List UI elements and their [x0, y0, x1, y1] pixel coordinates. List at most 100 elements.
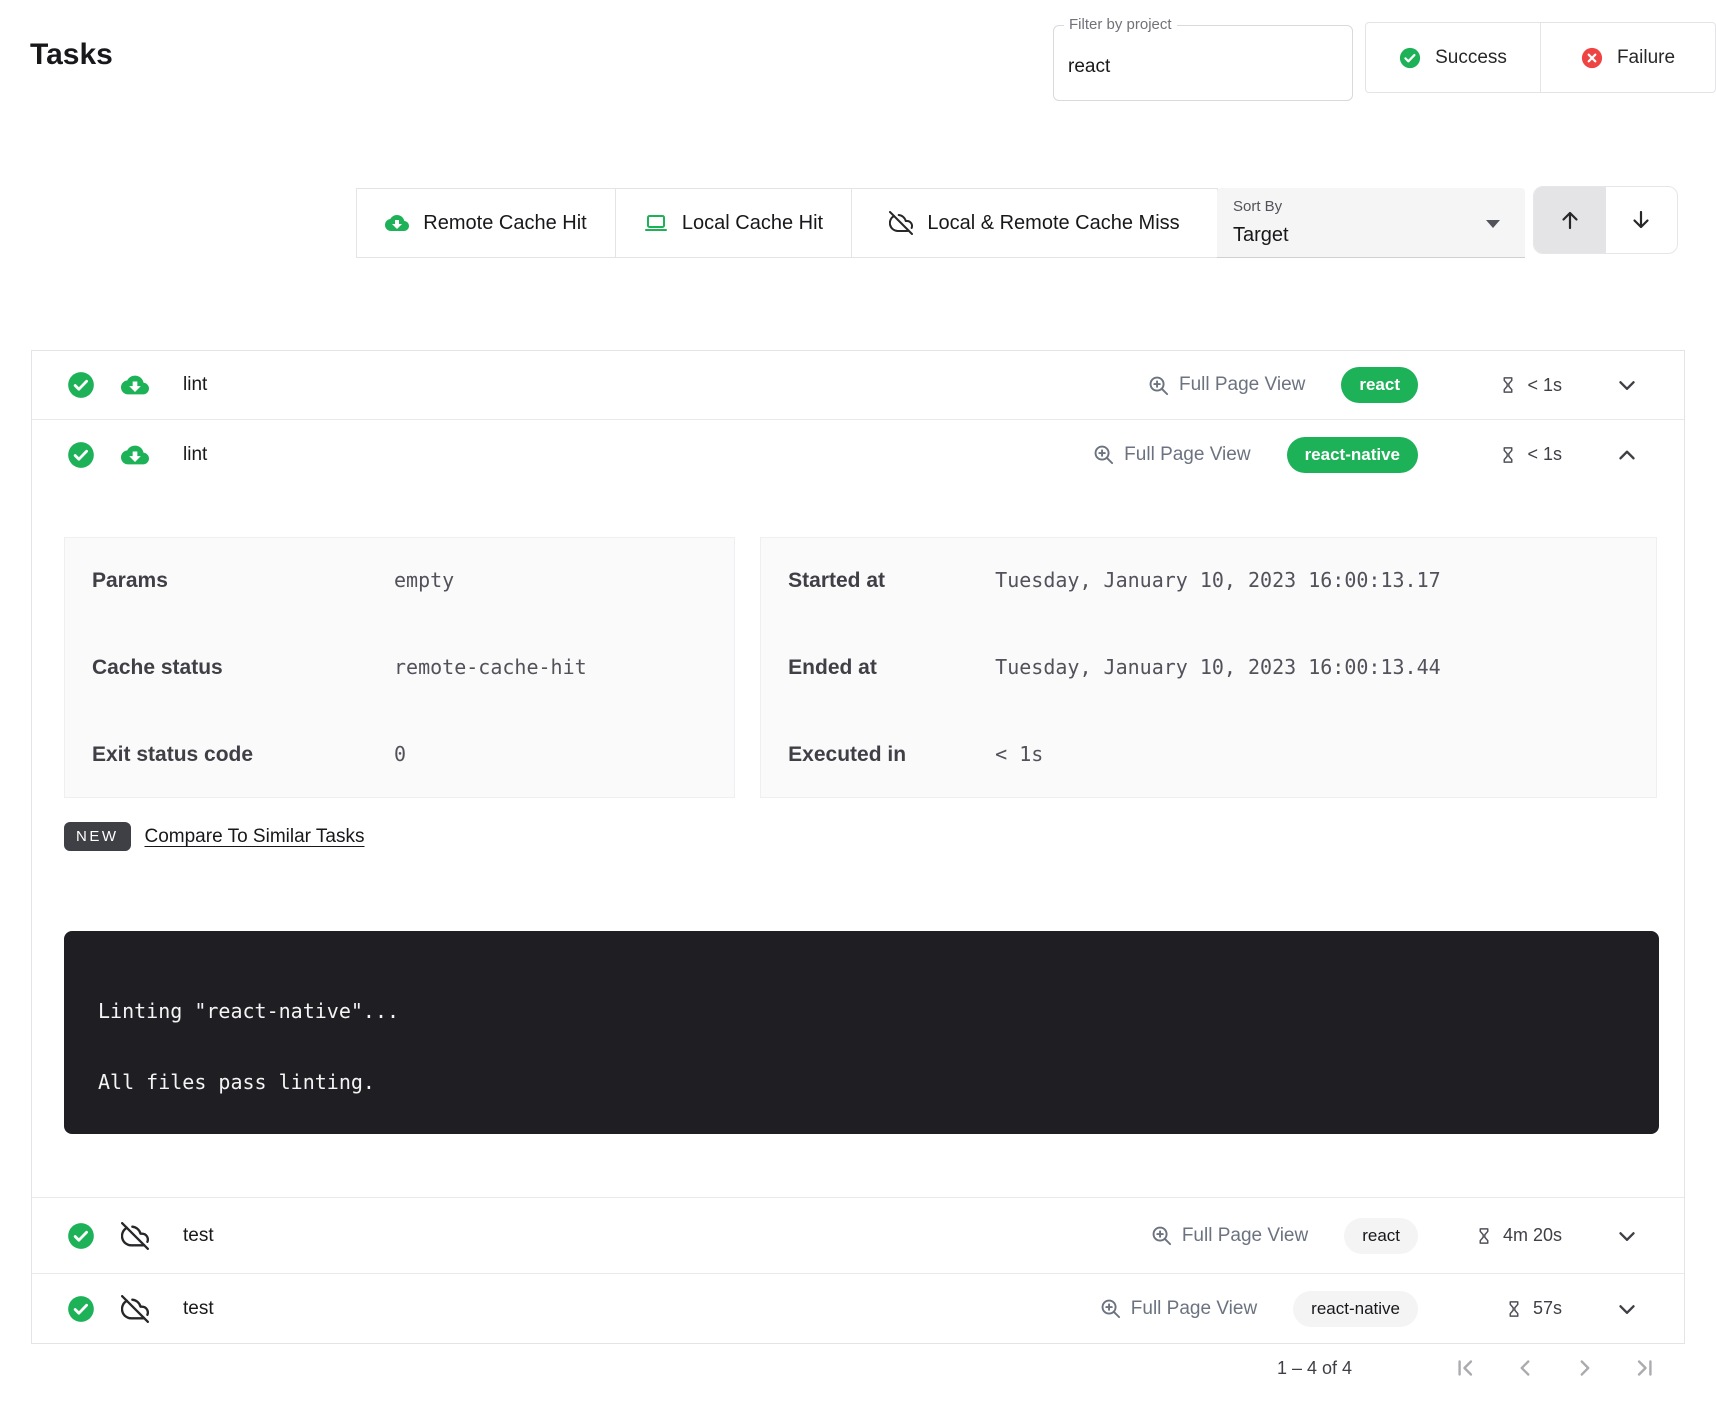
- executed-in-value: < 1s: [995, 742, 1629, 766]
- sort-by-value: Target: [1233, 224, 1289, 247]
- cloud-off-icon: [121, 1295, 149, 1323]
- arrow-down-icon: [1629, 208, 1653, 232]
- zoom-in-icon: [1099, 1297, 1122, 1320]
- previous-page-icon[interactable]: [1512, 1355, 1538, 1381]
- full-page-view-link[interactable]: Full Page View: [1099, 1297, 1257, 1320]
- arrow-up-icon: [1558, 208, 1582, 232]
- failure-x-icon: [1581, 47, 1603, 69]
- hourglass-icon: [1498, 445, 1518, 465]
- full-page-view-label: Full Page View: [1179, 374, 1305, 396]
- project-badge: react-native: [1287, 437, 1418, 473]
- task-target-label: test: [183, 1298, 214, 1320]
- success-check-icon: [67, 441, 95, 469]
- duration-label: < 1s: [1527, 375, 1562, 396]
- remote-cache-hit-filter[interactable]: Remote Cache Hit: [357, 189, 615, 257]
- remote-cache-hit-label: Remote Cache Hit: [423, 212, 586, 235]
- task-row-test-react-native[interactable]: test Full Page View react-native 57s: [32, 1274, 1684, 1343]
- laptop-icon: [644, 211, 668, 235]
- zoom-in-icon: [1147, 374, 1170, 397]
- task-duration: < 1s: [1454, 375, 1562, 396]
- first-page-icon[interactable]: [1452, 1355, 1478, 1381]
- exit-status-code-label: Exit status code: [92, 743, 394, 767]
- hourglass-icon: [1504, 1299, 1524, 1319]
- chevron-down-icon[interactable]: [1614, 1296, 1640, 1322]
- full-page-view-link[interactable]: Full Page View: [1147, 374, 1305, 397]
- hourglass-icon: [1474, 1226, 1494, 1246]
- started-at-label: Started at: [788, 569, 995, 593]
- dropdown-caret-icon: [1481, 216, 1505, 232]
- last-page-icon[interactable]: [1632, 1355, 1658, 1381]
- task-row-test-react[interactable]: test Full Page View react 4m 20s: [32, 1198, 1684, 1274]
- params-label: Params: [92, 569, 394, 593]
- terminal-line: All files pass linting.: [98, 1070, 1659, 1094]
- project-filter-input[interactable]: [1068, 56, 1328, 78]
- cloud-download-icon: [121, 441, 149, 469]
- ended-at-value: Tuesday, January 10, 2023 16:00:13.44: [995, 655, 1629, 679]
- sort-direction-group: [1533, 186, 1678, 254]
- zoom-in-icon: [1150, 1224, 1173, 1247]
- status-filter-group: Success Failure: [1365, 22, 1716, 93]
- cloud-off-icon: [889, 211, 913, 235]
- compare-to-similar-tasks-link[interactable]: Compare To Similar Tasks: [145, 826, 365, 848]
- duration-label: 57s: [1533, 1298, 1562, 1319]
- chevron-down-icon[interactable]: [1614, 1223, 1640, 1249]
- duration-label: < 1s: [1527, 444, 1562, 465]
- started-at-value: Tuesday, January 10, 2023 16:00:13.17: [995, 568, 1629, 592]
- task-target-label: lint: [183, 444, 207, 466]
- success-check-icon: [67, 1295, 95, 1323]
- duration-label: 4m 20s: [1503, 1225, 1562, 1246]
- cache-miss-label: Local & Remote Cache Miss: [927, 212, 1179, 235]
- project-filter-label: Filter by project: [1064, 16, 1177, 33]
- full-page-view-label: Full Page View: [1182, 1225, 1308, 1247]
- terminal-line: Linting "react-native"...: [98, 999, 1659, 1023]
- task-row-lint-react[interactable]: lint Full Page View react < 1s: [32, 351, 1684, 420]
- sort-by-select[interactable]: Sort By Target: [1217, 188, 1525, 258]
- params-value: empty: [394, 568, 707, 592]
- task-duration: 57s: [1454, 1298, 1562, 1319]
- full-page-view-link[interactable]: Full Page View: [1092, 443, 1250, 466]
- sort-ascending-button[interactable]: [1534, 187, 1606, 253]
- task-list-card: lint Full Page View react < 1s: [31, 350, 1685, 1344]
- exit-status-code-value: 0: [394, 742, 707, 766]
- sort-descending-button[interactable]: [1606, 187, 1678, 253]
- task-duration: < 1s: [1454, 444, 1562, 465]
- success-filter-label: Success: [1435, 47, 1507, 69]
- hourglass-icon: [1498, 375, 1518, 395]
- cloud-off-icon: [121, 1222, 149, 1250]
- chevron-up-icon[interactable]: [1614, 442, 1640, 468]
- task-params-panel: Params empty Cache status remote-cache-h…: [64, 537, 735, 798]
- cache-status-value: remote-cache-hit: [394, 655, 707, 679]
- sort-by-label: Sort By: [1233, 198, 1282, 215]
- full-page-view-label: Full Page View: [1124, 444, 1250, 466]
- zoom-in-icon: [1092, 443, 1115, 466]
- full-page-view-link[interactable]: Full Page View: [1150, 1224, 1308, 1247]
- success-check-icon: [67, 1222, 95, 1250]
- terminal-output: Linting "react-native"... All files pass…: [64, 931, 1659, 1134]
- task-target-label: test: [183, 1225, 214, 1247]
- task-target-label: lint: [183, 374, 207, 396]
- ended-at-label: Ended at: [788, 656, 995, 680]
- task-timing-panel: Started at Tuesday, January 10, 2023 16:…: [760, 537, 1657, 798]
- new-badge: NEW: [64, 822, 131, 851]
- task-row-lint-react-native[interactable]: lint Full Page View react-native < 1s: [32, 420, 1684, 489]
- failure-filter-label: Failure: [1617, 47, 1675, 69]
- cloud-download-icon: [385, 211, 409, 235]
- full-page-view-label: Full Page View: [1131, 1298, 1257, 1320]
- cloud-download-icon: [121, 371, 149, 399]
- failure-filter-button[interactable]: Failure: [1540, 23, 1715, 92]
- project-badge: react-native: [1293, 1291, 1418, 1327]
- project-badge: react: [1344, 1218, 1418, 1254]
- next-page-icon[interactable]: [1572, 1355, 1598, 1381]
- success-check-icon: [67, 371, 95, 399]
- local-cache-hit-label: Local Cache Hit: [682, 212, 823, 235]
- pagination: 1 – 4 of 4: [1277, 1346, 1658, 1390]
- project-filter-field[interactable]: Filter by project: [1053, 25, 1353, 101]
- cache-status-label: Cache status: [92, 656, 394, 680]
- cache-miss-filter[interactable]: Local & Remote Cache Miss: [851, 189, 1217, 257]
- page-title: Tasks: [30, 38, 113, 72]
- cache-filter-group: Remote Cache Hit Local Cache Hit Local &…: [356, 188, 1218, 258]
- chevron-down-icon[interactable]: [1614, 372, 1640, 398]
- local-cache-hit-filter[interactable]: Local Cache Hit: [615, 189, 851, 257]
- success-filter-button[interactable]: Success: [1366, 23, 1540, 92]
- task-details-section: Params empty Cache status remote-cache-h…: [32, 489, 1684, 1198]
